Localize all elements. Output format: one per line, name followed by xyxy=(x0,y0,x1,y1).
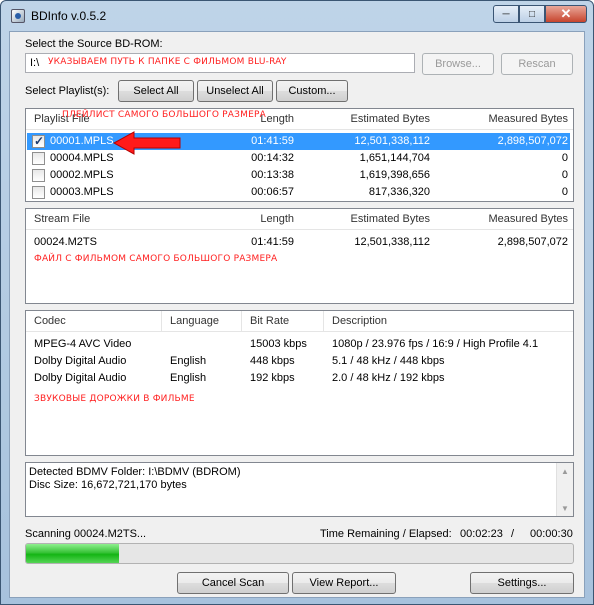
codec-language: English xyxy=(170,355,207,367)
rescan-button[interactable]: Rescan xyxy=(501,53,573,75)
stream-length: 01:41:59 xyxy=(251,236,294,248)
time-remaining-value: 00:02:23 xyxy=(460,528,503,540)
stream-annotation: ФАЙЛ С ФИЛЬМОМ САМОГО БОЛЬШОГО РАЗМЕРА xyxy=(34,254,278,264)
stream-estimated: 12,501,338,112 xyxy=(354,236,430,248)
stream-file-header[interactable]: Stream File xyxy=(26,209,194,230)
stream-measured-header-label: Measured Bytes xyxy=(488,213,568,225)
description-header-label: Description xyxy=(332,315,388,327)
log-textbox[interactable]: Detected BDMV Folder: I:\BDMV (BDROM) Di… xyxy=(25,462,574,517)
settings-button[interactable]: Settings... xyxy=(470,572,574,594)
playlist-estimated: 817,336,320 xyxy=(368,186,430,198)
codec-name: Dolby Digital Audio xyxy=(34,355,127,367)
log-scrollbar[interactable]: ▲ ▼ xyxy=(556,463,573,516)
stream-estimated-header-label: Estimated Bytes xyxy=(350,213,430,225)
estimated-bytes-header-label: Estimated Bytes xyxy=(350,113,430,125)
codec-description: 1080p / 23.976 fps / 16:9 / High Profile… xyxy=(332,338,539,350)
window-title: BDInfo v.0.5.2 xyxy=(31,9,107,23)
measured-bytes-header[interactable]: Measured Bytes xyxy=(434,109,573,130)
time-separator: / xyxy=(511,528,515,540)
log-line-folder: Detected BDMV Folder: I:\BDMV (BDROM) xyxy=(29,466,241,478)
playlist-measured: 0 xyxy=(561,186,568,198)
source-annotation: УКАЗЫВАЕМ ПУТЬ К ПАПКЕ С ФИЛЬМОМ BLU-RAY xyxy=(48,57,287,67)
maximize-icon: □ xyxy=(528,8,536,20)
codec-description: 5.1 / 48 kHz / 448 kbps xyxy=(332,355,445,367)
source-label: Select the Source BD-ROM: xyxy=(25,38,163,50)
playlist-file: 00003.MPLS xyxy=(50,186,114,198)
playlist-checkbox[interactable] xyxy=(32,186,45,199)
playlist-table: Playlist File Length Estimated Bytes Mea… xyxy=(25,108,574,202)
select-all-button[interactable]: Select All xyxy=(118,80,194,102)
codec-bitrate: 448 kbps xyxy=(250,355,295,367)
title-bar[interactable]: BDInfo v.0.5.2 ─ □ ✕ xyxy=(1,1,593,31)
scroll-down-icon[interactable]: ▼ xyxy=(557,500,573,516)
playlist-estimated: 12,501,338,112 xyxy=(354,135,430,147)
playlist-file: 00002.MPLS xyxy=(50,169,114,181)
bdinfo-window: BDInfo v.0.5.2 ─ □ ✕ Select the Source B… xyxy=(0,0,594,605)
description-header[interactable]: Description xyxy=(324,311,573,332)
stream-length-header[interactable]: Length xyxy=(194,209,298,230)
scroll-up-icon[interactable]: ▲ xyxy=(557,463,573,479)
codec-annotation: ЗВУКОВЫЕ ДОРОЖКИ В ФИЛЬМЕ xyxy=(34,394,195,404)
playlist-checkbox[interactable] xyxy=(32,152,45,165)
language-header[interactable]: Language xyxy=(162,311,242,332)
estimated-bytes-header[interactable]: Estimated Bytes xyxy=(298,109,434,130)
playlist-file: 00004.MPLS xyxy=(50,152,114,164)
codec-bitrate: 192 kbps xyxy=(250,372,295,384)
stream-file: 00024.M2TS xyxy=(34,236,97,248)
app-icon xyxy=(11,9,25,23)
close-icon: ✕ xyxy=(560,6,572,21)
maximize-button[interactable]: □ xyxy=(519,5,545,23)
stream-measured-header[interactable]: Measured Bytes xyxy=(434,209,573,230)
bitrate-header[interactable]: Bit Rate xyxy=(242,311,324,332)
stream-length-header-label: Length xyxy=(260,213,294,225)
codec-table: Codec Language Bit Rate Description MPEG… xyxy=(25,310,574,456)
view-report-button[interactable]: View Report... xyxy=(292,572,396,594)
minimize-button[interactable]: ─ xyxy=(493,5,519,23)
playlist-estimated: 1,619,398,656 xyxy=(359,169,430,181)
playlist-checkbox[interactable] xyxy=(32,169,45,182)
caption-buttons: ─ □ ✕ xyxy=(493,5,587,25)
unselect-all-button[interactable]: Unselect All xyxy=(197,80,273,102)
playlist-length: 00:14:32 xyxy=(251,152,294,164)
playlist-file: 00001.MPLS xyxy=(50,135,114,147)
stream-measured: 2,898,507,072 xyxy=(497,236,568,248)
stream-table: Stream File Length Estimated Bytes Measu… xyxy=(25,208,574,304)
cancel-scan-button[interactable]: Cancel Scan xyxy=(177,572,289,594)
codec-bitrate: 15003 kbps xyxy=(250,338,307,350)
source-path-value: I:\ xyxy=(30,57,40,69)
scan-progress-bar xyxy=(25,543,574,564)
playlist-checkbox[interactable] xyxy=(32,134,45,148)
playlist-annotation: ПЛЕЙЛИСТ САМОГО БОЛЬШОГО РАЗМЕРА xyxy=(62,110,266,120)
client-area: Select the Source BD-ROM: I:\ УКАЗЫВАЕМ … xyxy=(9,31,585,598)
playlist-length: 00:13:38 xyxy=(251,169,294,181)
bitrate-header-label: Bit Rate xyxy=(250,315,290,327)
minimize-icon: ─ xyxy=(502,8,510,20)
log-line-size: Disc Size: 16,672,721,170 bytes xyxy=(29,479,187,491)
codec-header-label: Codec xyxy=(34,315,66,327)
codec-name: Dolby Digital Audio xyxy=(34,372,127,384)
close-button[interactable]: ✕ xyxy=(545,5,587,23)
time-elapsed-value: 00:00:30 xyxy=(530,528,573,540)
language-header-label: Language xyxy=(170,315,219,327)
browse-button[interactable]: Browse... xyxy=(422,53,494,75)
custom-button[interactable]: Custom... xyxy=(276,80,348,102)
scanning-status: Scanning 00024.M2TS... xyxy=(25,528,147,540)
time-remaining-label: Time Remaining / Elapsed: xyxy=(320,528,452,540)
scan-progress-fill xyxy=(26,544,119,563)
playlist-measured: 0 xyxy=(561,152,568,164)
playlist-length: 00:06:57 xyxy=(251,186,294,198)
playlists-label: Select Playlist(s): xyxy=(25,85,110,97)
playlist-estimated: 1,651,144,704 xyxy=(359,152,430,164)
codec-language: English xyxy=(170,372,207,384)
playlist-length: 01:41:59 xyxy=(251,135,294,147)
codec-name: MPEG-4 AVC Video xyxy=(34,338,132,350)
playlist-measured: 0 xyxy=(561,169,568,181)
measured-bytes-header-label: Measured Bytes xyxy=(488,113,568,125)
codec-header[interactable]: Codec xyxy=(26,311,162,332)
red-arrow-icon xyxy=(112,131,181,155)
stream-estimated-header[interactable]: Estimated Bytes xyxy=(298,209,434,230)
playlist-measured: 2,898,507,072 xyxy=(497,135,568,147)
stream-file-header-label: Stream File xyxy=(34,213,91,225)
codec-description: 2.0 / 48 kHz / 192 kbps xyxy=(332,372,445,384)
